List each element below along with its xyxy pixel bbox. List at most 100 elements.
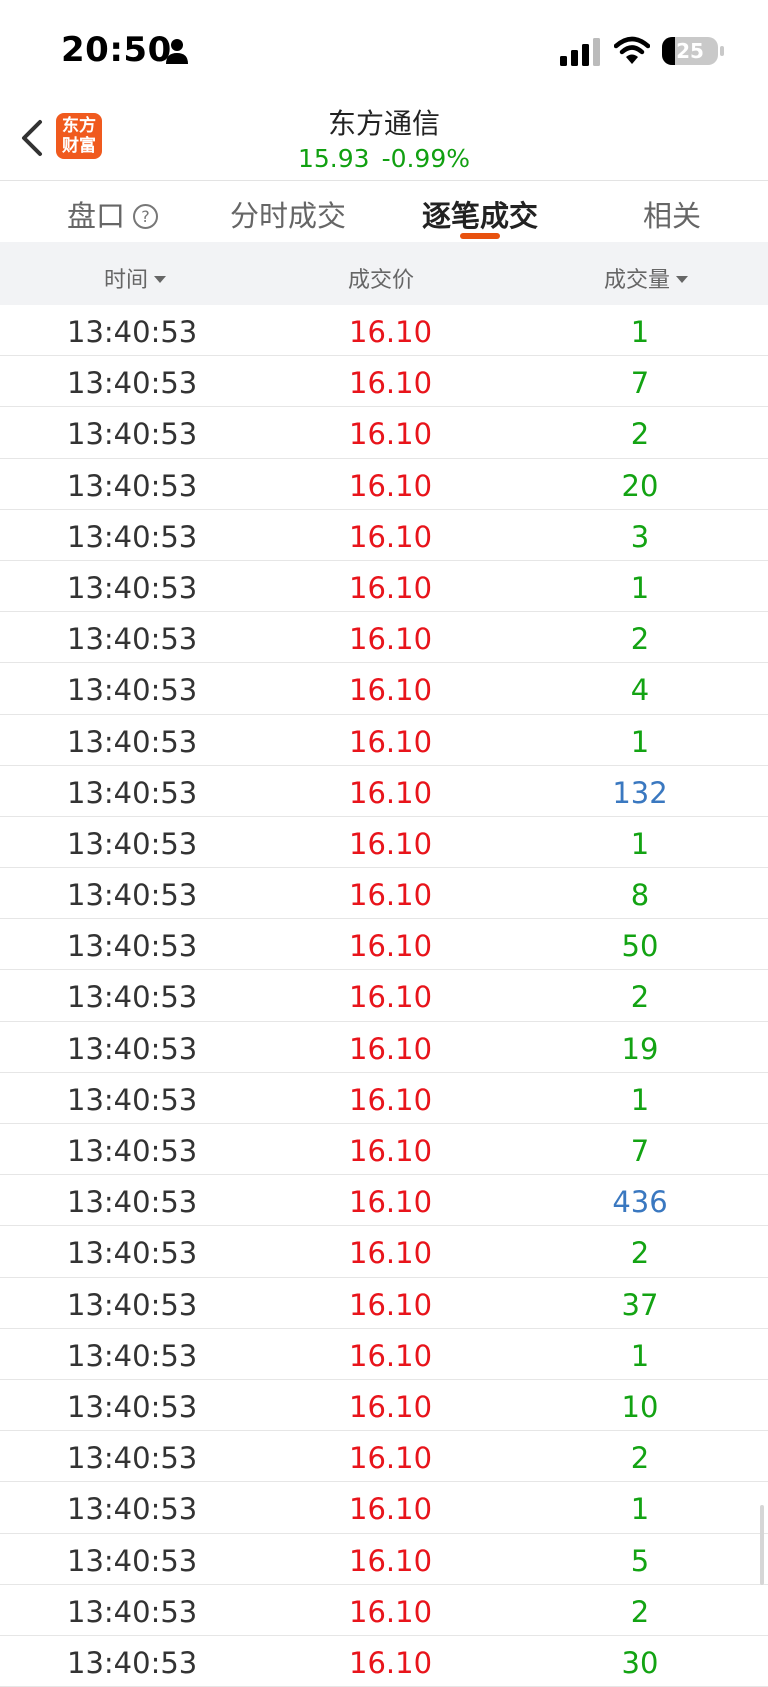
trade-price: 16.10 [349,980,433,1015]
trade-volume: 20 [621,468,659,503]
trade-volume: 4 [630,673,650,708]
trade-price: 16.10 [349,826,433,861]
trade-time: 13:40:53 [67,673,198,708]
nav-bar: 东方 财富 东方通信 15.93 -0.99% [0,100,768,180]
trade-volume: 10 [621,1389,659,1424]
trade-price: 16.10 [349,878,433,913]
cellular-signal-icon [560,38,600,66]
trade-time: 13:40:53 [67,366,198,401]
trade-volume: 8 [630,878,650,913]
table-row: 13:40:53 16.10 1 [0,305,768,357]
help-icon[interactable]: ? [133,204,159,229]
trade-time: 13:40:53 [67,1594,198,1629]
stock-price: 15.93 [297,144,370,173]
trade-volume: 2 [630,622,650,657]
trade-time: 13:40:53 [67,417,198,452]
table-row: 13:40:53 16.10 7 [0,1124,768,1176]
table-row: 13:40:53 16.10 30 [0,1636,768,1687]
trade-time: 13:40:53 [67,622,198,657]
table-row: 13:40:53 16.10 436 [0,1175,768,1227]
trade-volume: 436 [612,1185,668,1220]
trade-volume: 1 [630,315,650,349]
trade-volume: 2 [630,980,650,1015]
trade-time: 13:40:53 [67,1185,198,1220]
tab-related[interactable]: 相关 [643,193,701,235]
trade-time: 13:40:53 [67,826,198,861]
column-volume[interactable]: 成交量 [604,262,689,294]
trade-volume: 1 [630,826,650,861]
trade-time: 13:40:53 [67,1441,198,1476]
trade-time: 13:40:53 [67,1492,198,1527]
table-row: 13:40:53 16.10 2 [0,612,768,664]
trade-volume: 37 [621,1287,659,1322]
trade-time: 13:40:53 [67,1543,198,1578]
trade-price: 16.10 [349,1338,433,1373]
trade-price: 16.10 [349,315,433,349]
tab-minute-trades[interactable]: 分时成交 [230,193,346,235]
status-bar: 20:50 25 [0,0,768,100]
trade-price: 16.10 [349,1287,433,1322]
sort-caret-icon [154,276,167,283]
trade-price: 16.10 [349,622,433,657]
trade-price: 16.10 [349,673,433,708]
trade-volume: 132 [612,775,668,810]
trade-price: 16.10 [349,1134,433,1168]
trade-volume: 19 [621,1031,659,1066]
table-row: 13:40:53 16.10 1 [0,1329,768,1380]
table-row: 13:40:53 16.10 3 [0,510,768,561]
status-time: 20:50 [61,30,172,70]
table-row: 13:40:53 16.10 1 [0,561,768,613]
tab-order-book[interactable]: 盘口? [67,193,159,235]
trade-time: 13:40:53 [67,1031,198,1066]
trade-time: 13:40:53 [67,1389,198,1424]
column-time[interactable]: 时间 [104,262,167,294]
table-row: 13:40:53 16.10 2 [0,1585,768,1636]
trade-price: 16.10 [349,1389,433,1424]
stock-change: -0.99% [381,144,471,173]
column-price: 成交价 [348,268,415,293]
trade-time: 13:40:53 [67,775,198,810]
trade-time: 13:40:53 [67,1082,198,1117]
active-tab-indicator [460,233,500,239]
trade-volume: 7 [630,1134,650,1168]
trade-time: 13:40:53 [67,929,198,964]
trade-price: 16.10 [349,1543,433,1578]
tab-bar: 盘口? 分时成交 逐笔成交 相关 [0,181,768,241]
trade-volume: 1 [630,1338,650,1373]
person-icon [166,39,188,64]
trade-price: 16.10 [349,1082,433,1117]
trade-volume: 50 [621,929,659,964]
trade-volume: 2 [630,417,650,452]
trade-price: 16.10 [349,519,433,554]
trade-time: 13:40:53 [67,724,198,759]
trade-volume: 2 [630,1594,650,1629]
trade-volume: 2 [630,1441,650,1476]
stock-name: 东方通信 [327,107,440,140]
table-row: 13:40:53 16.10 5 [0,1534,768,1585]
table-row: 13:40:53 16.10 2 [0,1226,768,1278]
trade-list[interactable]: 13:40:53 16.10 1 13:40:53 16.10 7 13:40:53 16.1… [0,305,768,1687]
sort-caret-icon [676,276,689,283]
table-row: 13:40:53 16.10 4 [0,663,768,715]
tab-tick-trades[interactable]: 逐笔成交 [422,193,538,235]
trade-price: 16.10 [349,468,433,503]
trade-time: 13:40:53 [67,468,198,503]
trade-time: 13:40:53 [67,519,198,554]
table-row: 13:40:53 16.10 1 [0,817,768,869]
trade-time: 13:40:53 [67,1338,198,1373]
trade-price: 16.10 [349,570,433,605]
trade-volume: 1 [630,570,650,605]
trade-volume: 1 [630,724,650,759]
trade-volume: 1 [630,1082,650,1117]
trade-volume: 5 [630,1543,650,1578]
table-row: 13:40:53 16.10 20 [0,459,768,510]
trade-price: 16.10 [349,1031,433,1066]
table-row: 13:40:53 16.10 37 [0,1278,768,1329]
wifi-icon [614,36,650,64]
scrollbar[interactable] [760,1505,764,1585]
battery-level: 25 [676,39,704,63]
trade-volume: 7 [630,366,650,401]
trade-time: 13:40:53 [67,1287,198,1322]
trade-price: 16.10 [349,417,433,452]
table-row: 13:40:53 16.10 19 [0,1022,768,1073]
